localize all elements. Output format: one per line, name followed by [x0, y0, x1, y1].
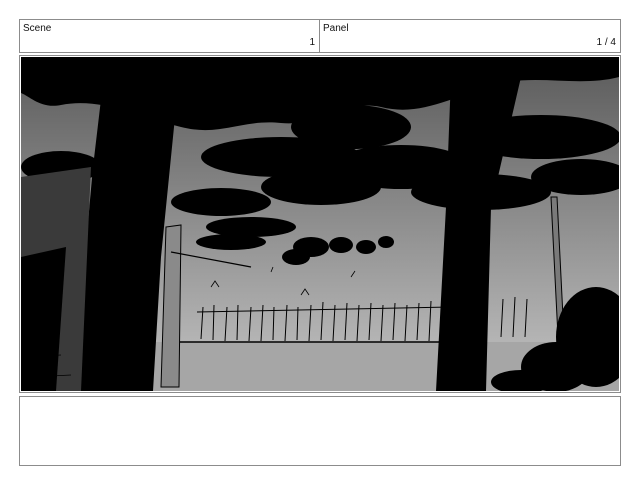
- panel-label: Panel: [323, 23, 349, 34]
- storyboard-frame[interactable]: [19, 55, 621, 393]
- scene-cell: Scene 1: [19, 19, 320, 53]
- forest-sketch-image: [21, 57, 619, 391]
- notes-area[interactable]: [19, 396, 621, 466]
- scene-label: Scene: [23, 23, 52, 34]
- panel-cell: Panel 1 / 4: [319, 19, 621, 53]
- panel-counter[interactable]: 1 / 4: [597, 37, 616, 48]
- scene-number[interactable]: 1: [309, 37, 315, 48]
